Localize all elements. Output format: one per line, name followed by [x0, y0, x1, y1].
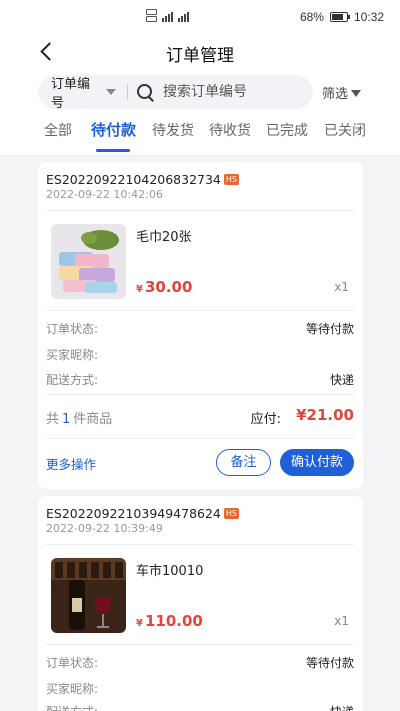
buyer-label: 买家昵称:: [46, 348, 99, 362]
signal-strength-icon-2: [178, 10, 189, 22]
signal-strength-icon: [162, 10, 173, 22]
order-number-text: ES20220922103949478624: [46, 506, 221, 521]
tab-pending-payment[interactable]: 待付款: [91, 119, 136, 140]
clock: 10:32: [353, 10, 384, 24]
item-count-suffix: 件商品: [73, 412, 113, 427]
battery-icon: [329, 12, 350, 22]
product-price: ¥110.00: [136, 612, 203, 630]
nav-bar: 订单管理: [0, 34, 400, 70]
delivery-value: 快递: [330, 703, 354, 711]
status-tabs: 全部 待付款 待发货 待收货 已完成 已关闭: [0, 116, 400, 156]
order-card[interactable]: ES20220922104206832734 HS 2022-09-22 10:4…: [38, 162, 363, 489]
filter-button[interactable]: 筛选: [322, 83, 362, 102]
price-value: 30.00: [144, 278, 193, 296]
divider: [46, 644, 355, 645]
caret-down-icon: [106, 89, 117, 95]
order-number: ES20220922104206832734 HS: [46, 172, 239, 187]
currency-symbol: ¥: [136, 618, 143, 629]
payable-amount: ¥21.00: [296, 406, 354, 424]
product-name: 车市10010: [136, 564, 204, 579]
hs-badge: HS: [223, 508, 239, 519]
product-thumbnail-towels[interactable]: [51, 224, 126, 299]
order-time: 2022-09-22 10:39:49: [46, 522, 163, 535]
search-type-label: 订单编号: [51, 77, 91, 111]
status-value: 等待付款: [305, 656, 354, 670]
battery-percent: 68%: [299, 10, 324, 24]
currency-symbol: ¥: [136, 284, 143, 295]
product-quantity: x1: [334, 280, 349, 294]
order-time: 2022-09-22 10:42:06: [46, 188, 163, 201]
search-divider: [127, 84, 129, 100]
active-tab-indicator: [96, 149, 130, 152]
sim-card-icon: [146, 9, 157, 22]
filter-funnel-icon: [351, 90, 362, 97]
divider: [46, 310, 355, 311]
divider: [46, 544, 355, 545]
buyer-label: 买家昵称:: [46, 682, 99, 696]
item-count-number: 1: [62, 412, 71, 427]
hs-badge: HS: [223, 174, 239, 185]
more-actions-link[interactable]: 更多操作: [46, 454, 96, 473]
search-icon: [136, 83, 154, 101]
delivery-value: 快递: [329, 373, 354, 387]
status-label: 订单状态:: [46, 656, 99, 670]
product-thumbnail-wine[interactable]: [51, 558, 126, 633]
tab-completed[interactable]: 已完成: [266, 120, 308, 140]
tab-pending-shipment[interactable]: 待发货: [152, 120, 194, 140]
search-type-dropdown[interactable]: 订单编号: [38, 73, 117, 111]
tab-all[interactable]: 全部: [44, 120, 72, 140]
divider: [46, 394, 355, 395]
item-count-prefix: 共: [46, 412, 60, 427]
filter-label: 筛选: [322, 87, 349, 102]
divider: [46, 438, 355, 439]
status-value: 等待付款: [305, 322, 354, 336]
order-number-text: ES20220922104206832734: [46, 172, 221, 187]
search-input[interactable]: [163, 84, 313, 100]
delivery-label: 配送方式:: [46, 703, 98, 711]
confirm-payment-button[interactable]: 确认付款: [280, 449, 354, 476]
order-number: ES20220922103949478624 HS: [46, 506, 239, 521]
page-title: 订单管理: [166, 46, 234, 66]
price-value: 110.00: [144, 612, 203, 630]
product-name: 毛巾20张: [136, 230, 192, 245]
tab-closed[interactable]: 已关闭: [324, 120, 366, 140]
status-bar: 68% 10:32: [0, 0, 400, 34]
product-price: ¥30.00: [136, 278, 192, 296]
tab-pending-receipt[interactable]: 待收货: [209, 120, 251, 140]
search-box: 订单编号: [38, 73, 313, 111]
signal-indicators: [146, 9, 189, 22]
item-count: 共 1 件商品: [46, 408, 112, 427]
search-row: 订单编号 筛选: [0, 70, 400, 116]
order-card[interactable]: ES20220922103949478624 HS 2022-09-22 10:3…: [38, 496, 363, 711]
remark-button[interactable]: 备注: [216, 449, 271, 476]
status-label: 订单状态:: [46, 322, 99, 336]
product-quantity: x1: [334, 614, 349, 628]
delivery-label: 配送方式:: [46, 373, 99, 387]
divider: [46, 210, 355, 211]
payable-label: 应付:: [250, 412, 281, 427]
